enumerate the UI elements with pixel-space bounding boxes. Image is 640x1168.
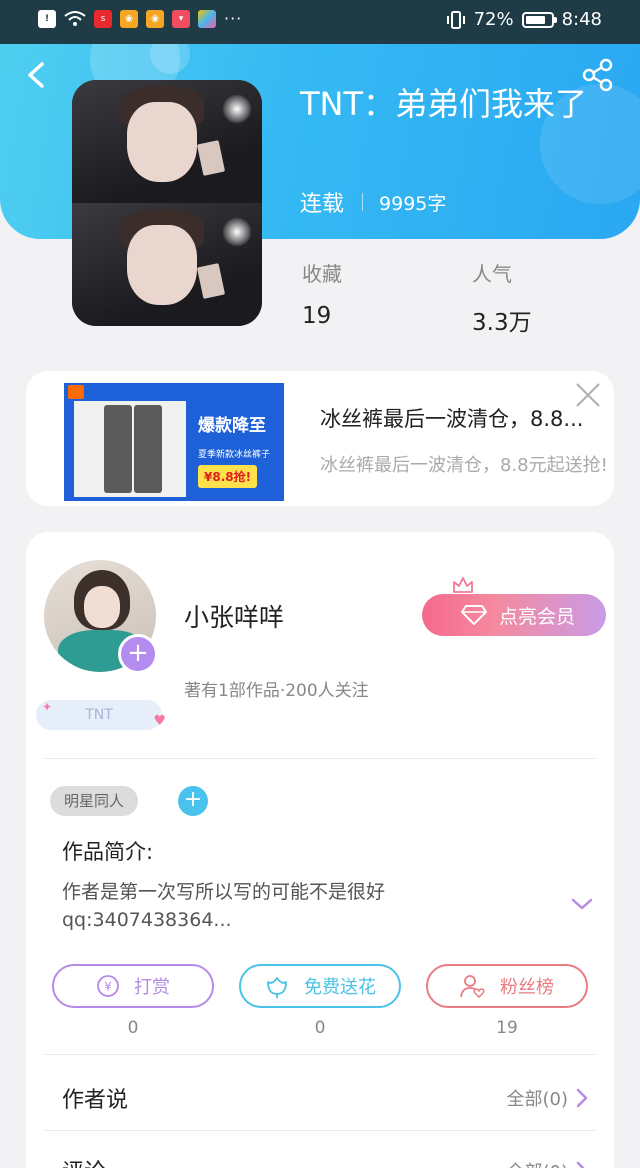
ad-image-sub: 夏季新款冰丝裤子 [198, 450, 271, 460]
add-tag-icon[interactable]: + [178, 786, 208, 816]
book-cover[interactable] [72, 80, 262, 326]
author-says-count: 全部(0) [506, 1089, 569, 1110]
user-heart-icon [460, 975, 485, 998]
alert-icon: ! [38, 10, 56, 28]
pants-image [74, 401, 186, 497]
chevron-down-icon[interactable] [570, 896, 594, 912]
svg-text:¥: ¥ [104, 980, 112, 994]
divider [44, 758, 596, 759]
app-icon-2 [198, 10, 216, 28]
follow-plus-icon[interactable]: + [118, 634, 158, 674]
sina-icon: s [94, 10, 112, 28]
weibo-icon-2: ◉ [146, 10, 164, 28]
status-bar: ! s ◉ ◉ ▾ ··· 72% 8:48 [0, 0, 640, 44]
divider [44, 1054, 596, 1055]
genre-tag[interactable]: 明星同人 [50, 786, 139, 816]
diamond-icon [460, 605, 487, 625]
intro-text: 作者是第一次写所以写的可能不是很好qq:3407438364... [62, 881, 386, 931]
app-icon: ▾ [172, 10, 190, 28]
book-title: TNT：弟弟们我来了 [300, 85, 588, 123]
send-flower-label: 免费送花 [304, 977, 376, 998]
close-icon[interactable] [574, 381, 602, 409]
back-icon[interactable] [22, 58, 52, 92]
weibo-icon: ◉ [120, 10, 138, 28]
stat-favorites: 收藏 19 [302, 258, 342, 329]
author-meta: 著有1部作品·200人关注 [184, 681, 369, 701]
stat-value: 3.3万 [472, 310, 532, 336]
sparkle-icon: ✦ [42, 700, 53, 714]
yuan-coin-icon: ¥ [97, 975, 119, 997]
ad-image[interactable]: 爆款降至 夏季新款冰丝裤子 ¥8.8抢! [64, 383, 284, 501]
stat-value: 19 [302, 303, 332, 329]
stat-label: 人气 [472, 262, 512, 286]
chevron-right-icon [576, 1088, 588, 1108]
fan-count: 19 [496, 1018, 518, 1038]
crown-icon [453, 577, 473, 593]
ad-card[interactable]: 爆款降至 夏季新款冰丝裤子 ¥8.8抢! 冰丝裤最后一波清仓，8.8... 冰丝… [26, 371, 614, 506]
flower-icon [267, 977, 287, 998]
chevron-right-icon [576, 1161, 585, 1168]
more-notifications-icon: ··· [224, 9, 243, 28]
notification-icons: ! s ◉ ◉ ▾ ··· [38, 10, 242, 28]
ad-title[interactable]: 冰丝裤最后一波清仓，8.8... [320, 403, 614, 433]
divider [44, 1130, 596, 1131]
author-name[interactable]: 小张咩咩 [184, 598, 284, 634]
author-card: + 小张咩咩 点亮会员 著有1部作品·200人关注 ✦ TNT ♥ 明星同人 +… [26, 532, 614, 1168]
clock: 8:48 [561, 9, 602, 30]
stat-popularity: 人气 3.3万 [472, 258, 532, 337]
divider [362, 193, 364, 211]
reward-label: 打赏 [134, 977, 170, 998]
intro-label: 作品简介: [62, 840, 154, 864]
ad-description: 冰丝裤最后一波清仓，8.8元起送抢! [320, 455, 608, 476]
heart-icon: ♥ [153, 713, 166, 729]
fan-badge: ✦ TNT ♥ [36, 700, 166, 730]
battery-icon [521, 11, 557, 28]
serial-status: 连载 [300, 192, 345, 217]
reward-count: 0 [127, 1018, 139, 1038]
reward-button[interactable]: ¥ 打赏 [52, 964, 214, 1008]
stat-label: 收藏 [302, 262, 342, 286]
word-count: 9995字 [379, 192, 447, 215]
ad-image-headline: 爆款降至 [198, 416, 266, 436]
comments-title[interactable]: 评论 [62, 1154, 106, 1168]
book-status-line: 连载 9995字 [300, 186, 446, 218]
send-flower-button[interactable]: 免费送花 [239, 964, 401, 1008]
author-says-title[interactable]: 作者说 [62, 1082, 128, 1114]
fan-ranking-button[interactable]: 粉丝榜 [426, 964, 588, 1008]
taobao-icon [68, 385, 84, 399]
flower-count: 0 [314, 1018, 326, 1038]
vip-button-label: 点亮会员 [498, 605, 575, 628]
comments-all-link[interactable]: 全部(0) [507, 1158, 589, 1168]
vibrate-icon [446, 10, 465, 29]
vip-button[interactable]: 点亮会员 [422, 594, 606, 636]
author-says-all-link[interactable]: 全部(0) [507, 1085, 589, 1111]
fan-badge-label: TNT [85, 707, 113, 723]
battery-percent: 72% [473, 9, 514, 30]
ad-image-price: ¥8.8抢! [198, 465, 258, 488]
wifi-icon [64, 11, 86, 26]
fan-ranking-label: 粉丝榜 [500, 977, 554, 998]
comments-count: 全部(0) [507, 1158, 569, 1168]
